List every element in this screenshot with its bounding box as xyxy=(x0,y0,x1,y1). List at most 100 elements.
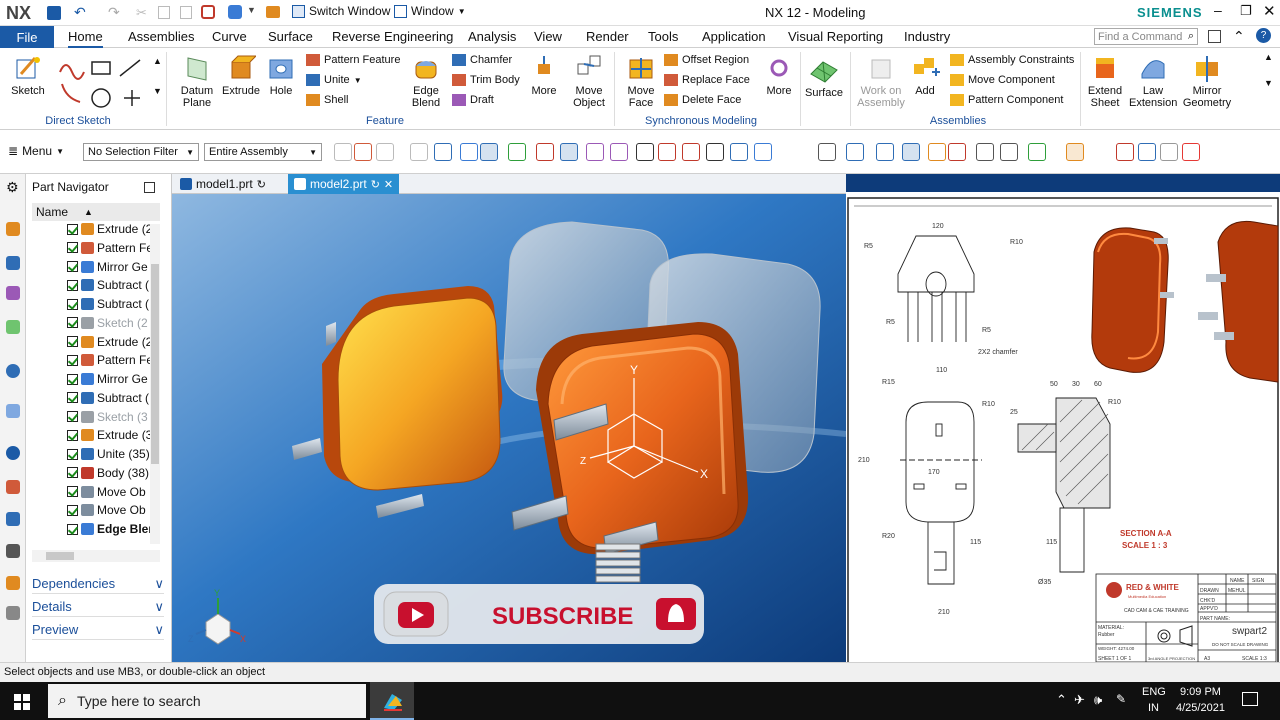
part-navigator-icon[interactable] xyxy=(6,286,20,300)
tree-feature-row[interactable]: Subtract ( xyxy=(56,295,160,313)
edit-section-icon[interactable] xyxy=(948,143,966,161)
move-object-button[interactable]: Move Object xyxy=(570,54,608,109)
tree-horizontal-scrollbar[interactable] xyxy=(32,550,160,562)
delete-face-button[interactable]: Delete Face xyxy=(664,94,741,106)
visibility-checkbox[interactable] xyxy=(67,504,78,516)
command-finder[interactable]: Find a Command ⌕ xyxy=(1094,28,1198,45)
details-panel-header[interactable]: Details ∨ xyxy=(32,597,164,617)
reuse-library-icon[interactable] xyxy=(6,320,20,334)
taskbar-search-box[interactable]: ⌕ Type here to search xyxy=(48,684,366,718)
process-studio-icon[interactable] xyxy=(6,480,20,494)
action-center-icon[interactable] xyxy=(1242,692,1258,706)
name-column-header[interactable]: Name ▲ xyxy=(32,203,160,221)
3d-viewport[interactable]: Y X Z Y X Z SUBSCRIBE xyxy=(172,194,846,662)
move-face-button[interactable]: Move Face xyxy=(622,54,660,109)
draft-button[interactable]: Draft xyxy=(452,94,494,106)
body-color-icon[interactable] xyxy=(1066,143,1084,161)
sketch-button[interactable]: Sketch xyxy=(8,54,48,97)
tab-surface[interactable]: Surface xyxy=(268,29,313,44)
settings-icon[interactable]: ⚙ xyxy=(6,180,20,194)
tree-feature-row[interactable]: Sketch (2 xyxy=(56,314,160,332)
replace-face-button[interactable]: Replace Face xyxy=(664,74,750,86)
preview-panel-header[interactable]: Preview ∨ xyxy=(32,620,164,640)
tree-feature-row[interactable]: Move Ob xyxy=(56,483,160,501)
close-tab-icon[interactable]: ✕ xyxy=(384,178,393,191)
tree-feature-row[interactable]: Edge Blen xyxy=(56,520,160,538)
sync-more-button[interactable]: More xyxy=(762,54,796,97)
language-code[interactable]: ENG xyxy=(1142,686,1166,698)
page-icon[interactable] xyxy=(6,606,20,620)
selection-filter-dropdown[interactable]: No Selection Filter ▼ xyxy=(83,143,199,161)
tree-feature-row[interactable]: Sketch (3 xyxy=(56,408,160,426)
visibility-checkbox[interactable] xyxy=(67,242,78,254)
tab-model2[interactable]: model2.prt ↻ ✕ xyxy=(288,174,400,194)
switch-window-button[interactable]: Switch Window xyxy=(292,4,390,18)
tree-feature-row[interactable]: Subtract ( xyxy=(56,389,160,407)
assembly-constraints-button[interactable]: Assembly Constraints xyxy=(950,54,1074,66)
chevron-down-icon[interactable]: ▼ xyxy=(247,5,256,15)
visibility-checkbox[interactable] xyxy=(67,467,78,479)
touch-mode-icon[interactable] xyxy=(228,5,242,19)
ribbon-options-icon[interactable] xyxy=(1208,30,1221,43)
tree-feature-row[interactable]: Body (38) xyxy=(56,464,160,482)
visibility-checkbox[interactable] xyxy=(67,523,78,535)
trim-body-button[interactable]: Trim Body xyxy=(452,74,520,86)
feature-more-button[interactable]: More xyxy=(526,54,562,97)
scroll-down-icon[interactable]: ▼ xyxy=(1264,78,1273,88)
visibility-checkbox[interactable] xyxy=(67,354,78,366)
fit-view-icon[interactable] xyxy=(818,143,836,161)
unite-button[interactable]: Unite ▼ xyxy=(306,74,362,86)
options-icon[interactable] xyxy=(266,6,280,18)
datum-plane-button[interactable]: Datum Plane xyxy=(174,54,220,109)
move-component-button[interactable]: Move Component xyxy=(950,74,1055,86)
tree-feature-row[interactable]: Extrude (3 xyxy=(56,426,160,444)
pattern-component-button[interactable]: Pattern Component xyxy=(950,94,1063,106)
paste-icon[interactable] xyxy=(180,6,192,19)
tree-feature-row[interactable]: Extrude (2 xyxy=(56,220,160,238)
clip-icon[interactable] xyxy=(1182,143,1200,161)
shading-icon[interactable] xyxy=(1138,143,1156,161)
intersection-icon[interactable] xyxy=(636,143,654,161)
tab-reverse-engineering[interactable]: Reverse Engineering xyxy=(332,29,453,44)
save-icon[interactable] xyxy=(47,6,61,20)
visibility-checkbox[interactable] xyxy=(67,411,78,422)
tree-feature-row[interactable]: Extrude (2 xyxy=(56,333,160,351)
face-snap-icon[interactable] xyxy=(754,143,772,161)
journal-icon[interactable] xyxy=(6,576,20,590)
redo-icon[interactable]: ↷ xyxy=(108,4,120,21)
spline-icon[interactable] xyxy=(610,143,628,161)
visibility-checkbox[interactable] xyxy=(67,486,78,497)
tree-vertical-scrollbar[interactable] xyxy=(150,224,160,544)
hole-button[interactable]: Hole xyxy=(262,54,300,97)
tree-feature-row[interactable]: Move Ob xyxy=(56,501,160,519)
layer-icon[interactable] xyxy=(1000,143,1018,161)
close-icon[interactable]: ✕ xyxy=(1263,2,1276,20)
visibility-checkbox[interactable] xyxy=(67,317,78,329)
system-scenes-icon[interactable] xyxy=(6,544,20,558)
cut-icon[interactable]: ✂ xyxy=(136,5,147,21)
tab-analysis[interactable]: Analysis xyxy=(468,29,516,44)
volume-icon[interactable]: 🕪 xyxy=(1094,692,1102,708)
roles-icon[interactable] xyxy=(6,512,20,526)
midpoint-icon[interactable] xyxy=(560,143,578,161)
render-style-icon[interactable] xyxy=(928,143,946,161)
visibility-checkbox[interactable] xyxy=(67,336,78,347)
tab-assemblies[interactable]: Assemblies xyxy=(128,29,194,44)
tab-industry[interactable]: Industry xyxy=(904,29,950,44)
tab-home[interactable]: Home xyxy=(68,29,103,48)
tree-feature-row[interactable]: +Pattern Fe xyxy=(56,239,160,257)
arc-center-icon[interactable] xyxy=(658,143,676,161)
scroll-up-icon[interactable]: ▲ xyxy=(153,56,162,66)
taskbar-nx-app[interactable] xyxy=(370,682,414,720)
selection-scope-dropdown[interactable]: Entire Assembly ▼ xyxy=(204,143,322,161)
work-on-assembly-button[interactable]: Work on Assembly xyxy=(856,54,906,109)
minimize-icon[interactable]: ‒ xyxy=(1214,2,1222,18)
dependencies-panel-header[interactable]: Dependencies ∨ xyxy=(32,574,164,594)
visibility-checkbox[interactable] xyxy=(67,298,78,310)
extend-sheet-button[interactable]: Extend Sheet xyxy=(1084,54,1126,109)
extrude-button[interactable]: Extrude xyxy=(220,54,262,97)
rotate-icon[interactable] xyxy=(876,143,894,161)
offset-region-button[interactable]: Offset Region xyxy=(664,54,749,66)
tab-application[interactable]: Application xyxy=(702,29,766,44)
tab-render[interactable]: Render xyxy=(586,29,629,44)
